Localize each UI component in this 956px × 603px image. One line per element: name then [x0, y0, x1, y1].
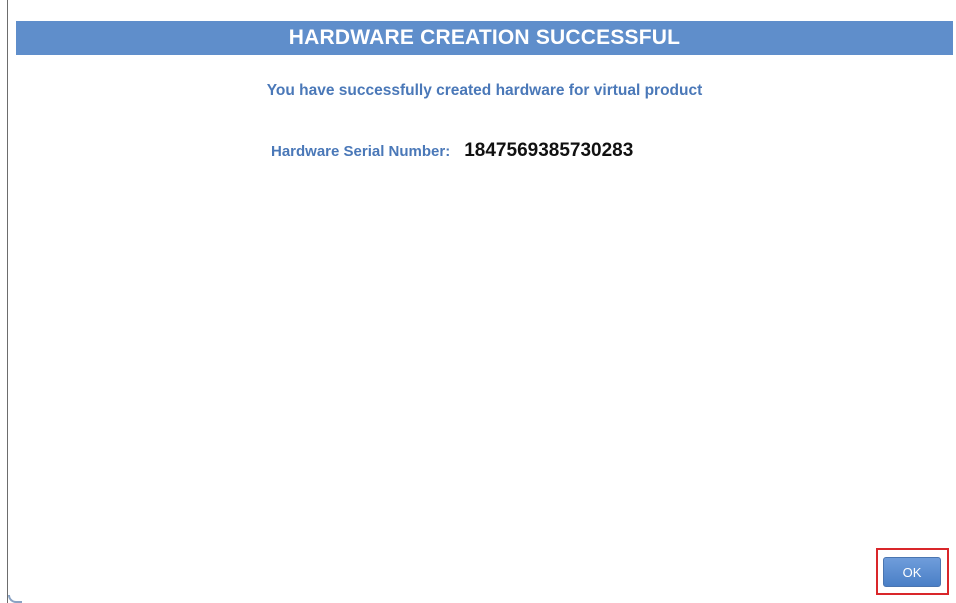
serial-number-value: 1847569385730283	[464, 140, 634, 161]
success-message: You have successfully created hardware f…	[266, 82, 703, 99]
serial-number-row: Hardware Serial Number: 1847569385730283	[271, 140, 633, 162]
dialog-title: HARDWARE CREATION SUCCESSFUL	[16, 21, 953, 55]
serial-number-label: Hardware Serial Number:	[271, 143, 451, 160]
dialog-corner-decoration	[8, 595, 22, 603]
ok-button[interactable]: OK	[883, 557, 941, 587]
hardware-creation-dialog: HARDWARE CREATION SUCCESSFUL You have su…	[7, 0, 956, 603]
